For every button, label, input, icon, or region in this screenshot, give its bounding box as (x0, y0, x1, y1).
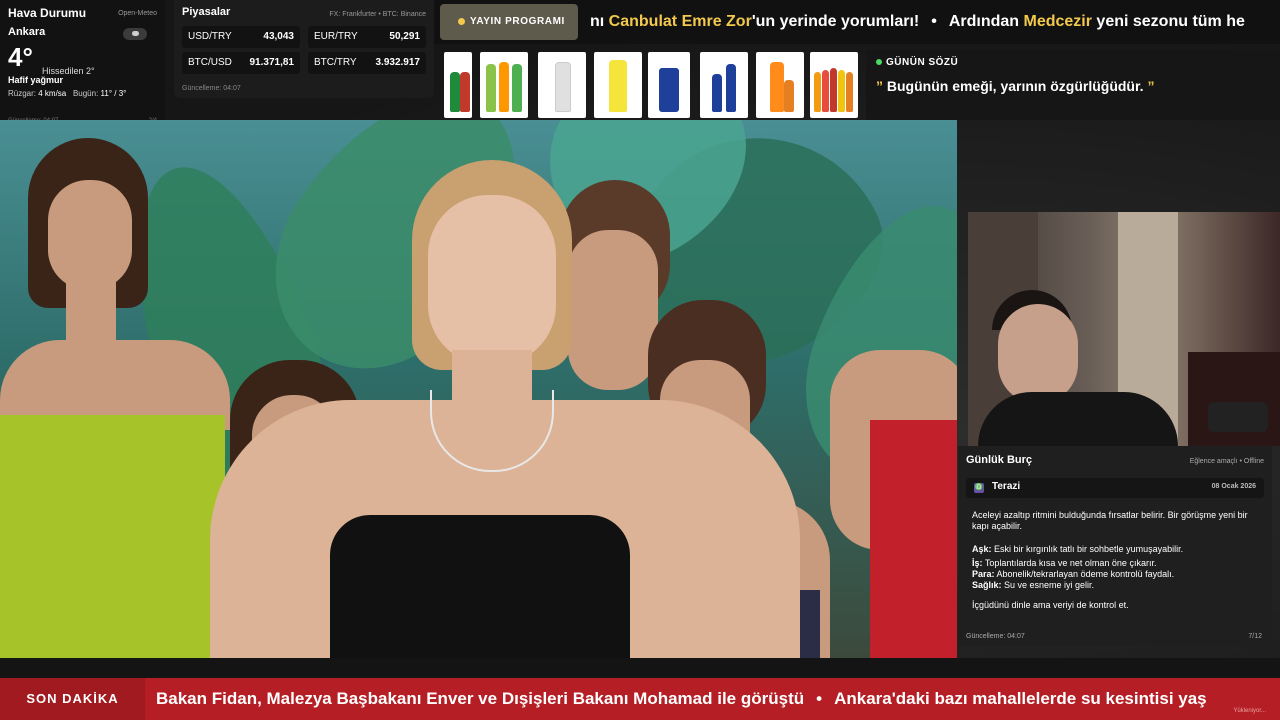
breaking-label: SON DAKİKA (0, 678, 145, 720)
horoscope-money: Para: Abonelik/tekrarlayan ödeme kontrol… (972, 569, 1175, 579)
horoscope-love: Aşk: Eski bir kırgınlık tatlı bir sohbet… (972, 544, 1184, 554)
horoscope-updated: Güncelleme: 04:07 (966, 633, 1025, 640)
daily-quote: GÜNÜN SÖZÜ ” Bugünün emeği, yarının özgü… (866, 50, 1280, 120)
wind-label: Rüzgar: (8, 89, 37, 98)
product-image (444, 52, 472, 118)
horoscope-sign-row: ♎ Terazi 08 Ocak 2026 (966, 478, 1264, 498)
horoscope-intro: Aceleyi azaltıp ritmini bulduğunda fırsa… (972, 510, 1248, 531)
product-image (756, 52, 804, 118)
weather-source: Open-Meteo (118, 10, 157, 17)
market-value: 50,291 (389, 31, 420, 42)
market-btc-try: BTC/TRY 3.932.917 (308, 52, 426, 74)
horoscope-work: İş: Toplantılarda kısa ve net olman öne … (972, 558, 1157, 568)
quote-label: GÜNÜN SÖZÜ (876, 57, 958, 68)
horoscope-body: Aceleyi azaltıp ritmini bulduğunda fırsa… (972, 510, 1262, 614)
market-label: BTC/USD (188, 57, 232, 68)
today-value: 11° / 3° (100, 89, 127, 98)
weather-desc: Hafif yağmur (8, 75, 64, 85)
breaking-item: Ankara'daki bazı mahallelerde su kesinti… (834, 689, 1207, 708)
cloud-rain-icon (123, 28, 147, 40)
market-value: 91.371,81 (249, 57, 295, 68)
quote-text: ” Bugünün emeği, yarının özgürlüğüdür. ” (876, 78, 1155, 94)
schedule-dot-icon (458, 18, 465, 25)
market-btc-usd: BTC/USD 91.371,81 (182, 52, 300, 74)
breaking-news-bar: SON DAKİKA Bakan Fidan, Malezya Başbakan… (0, 678, 1280, 720)
market-value: 43,043 (263, 31, 294, 42)
today-label: Bugün: (72, 89, 99, 98)
weather-temp: 4° (8, 42, 33, 72)
market-eur-try: EUR/TRY 50,291 (308, 26, 426, 48)
product-image (810, 52, 858, 118)
webcam-feed[interactable] (968, 212, 1280, 446)
horoscope-note: Eğlence amaçlı • Offline (1189, 458, 1264, 465)
product-image (700, 52, 748, 118)
ticker-text: nı (590, 13, 609, 30)
libra-icon: ♎ (974, 483, 984, 493)
ticker-text: yeni sezonu tüm he (1091, 13, 1245, 30)
schedule-label: YAYIN PROGRAMI (470, 16, 565, 27)
horoscope-sign: Terazi (992, 481, 1021, 492)
market-label: BTC/TRY (314, 57, 357, 68)
markets-source: FX: Frankfurter • BTC: Binance (329, 11, 426, 18)
quote-open-mark: ” (876, 78, 883, 94)
weather-feels-like: Hissedilen 2° (42, 66, 95, 76)
top-ticker: nı Canbulat Emre Zor'un yerinde yorumlar… (590, 0, 1280, 44)
market-value: 3.932.917 (375, 57, 421, 68)
markets-widget: Piyasalar FX: Frankfurter • BTC: Binance… (174, 0, 434, 98)
markets-updated: Güncelleme: 04:07 (182, 85, 241, 92)
market-label: EUR/TRY (314, 31, 358, 42)
product-image (480, 52, 528, 118)
loading-text: Yükleniyor... (1233, 708, 1266, 714)
horoscope-health: Sağlık: Su ve esneme iyi gelir. (972, 580, 1095, 590)
main-video[interactable] (0, 120, 957, 658)
breaking-item: Bakan Fidan, Malezya Başbakanı Enver ve … (156, 689, 805, 708)
product-image (648, 52, 690, 118)
weather-widget: Hava Durumu Open-Meteo Ankara 4° Hissedi… (0, 0, 165, 128)
schedule-button[interactable]: YAYIN PROGRAMI (440, 4, 578, 40)
market-usd-try: USD/TRY 43,043 (182, 26, 300, 48)
breaking-separator: • (816, 689, 823, 708)
quote-close-mark: ” (1147, 78, 1155, 94)
horoscope-date: 08 Ocak 2026 (1211, 483, 1256, 490)
breaking-ticker: Bakan Fidan, Malezya Başbakanı Enver ve … (156, 678, 1207, 720)
ticker-highlight: Canbulat Emre Zor (608, 13, 752, 30)
weather-meta: Rüzgar: 4 km/sa Bugün: 11° / 3° (8, 89, 157, 98)
wind-value: 4 km/sa (38, 89, 67, 98)
bottom-strip (0, 658, 1280, 678)
ticker-text: Ardından (948, 13, 1024, 30)
product-strip (444, 50, 864, 120)
product-image (538, 52, 586, 118)
horoscope-closing: İçgüdünü dinle ama veriyi de kontrol et. (972, 600, 1129, 610)
horoscope-page: 7/12 (1248, 633, 1262, 640)
ticker-text: 'un yerinde yorumları! (751, 13, 920, 30)
live-dot-icon (876, 59, 882, 65)
product-image (594, 52, 642, 118)
market-label: USD/TRY (188, 31, 232, 42)
ticker-highlight: Medcezir (1023, 13, 1092, 30)
ticker-separator: • (931, 13, 937, 30)
horoscope-panel: Günlük Burç Eğlence amaçlı • Offline ♎ T… (958, 446, 1272, 646)
